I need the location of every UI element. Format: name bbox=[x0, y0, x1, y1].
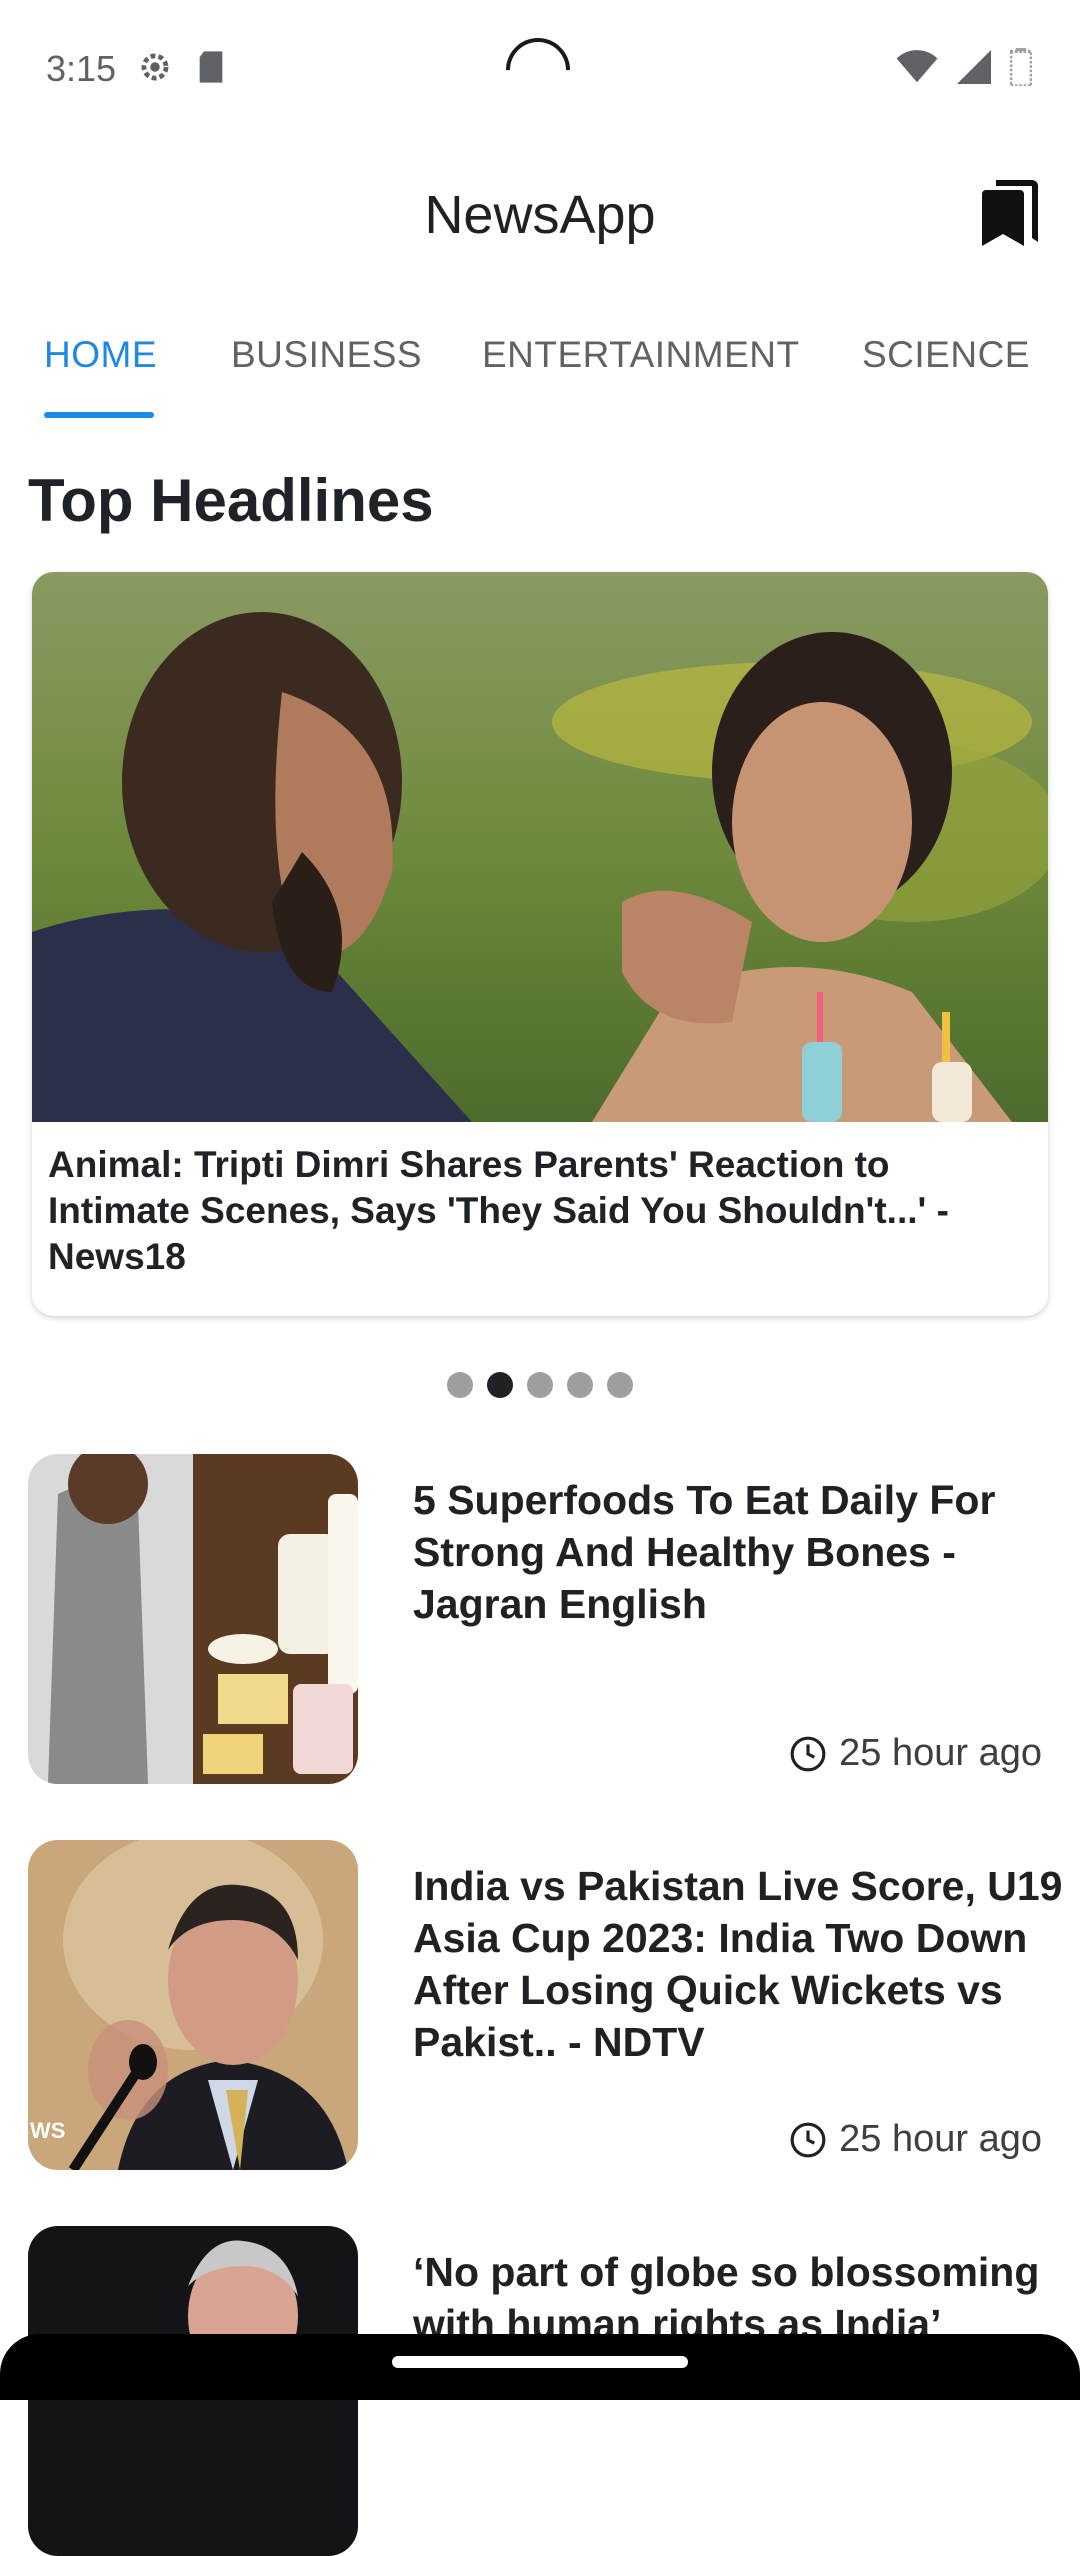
tab-science[interactable]: SCIENCE bbox=[862, 334, 1030, 376]
news-title: 5 Superfoods To Eat Daily For Strong And… bbox=[413, 1477, 996, 1627]
wifi-icon bbox=[896, 50, 938, 83]
pager-dot[interactable] bbox=[567, 1372, 593, 1398]
news-time-label: 25 hour ago bbox=[839, 1732, 1042, 1774]
navigation-gesture-bar bbox=[0, 2334, 1080, 2400]
thumbnail-logo-text: WS bbox=[30, 2118, 65, 2143]
app-bar: NewsApp bbox=[0, 150, 1080, 280]
news-title: India vs Pakistan Live Score, U19 Asia C… bbox=[413, 1863, 1063, 2065]
news-time: 25 hour ago bbox=[789, 2118, 1042, 2161]
tab-entertainment[interactable]: ENTERTAINMENT bbox=[482, 334, 800, 376]
news-time-label: 25 hour ago bbox=[839, 2118, 1042, 2160]
sd-card-icon bbox=[199, 51, 223, 83]
status-time: 3:15 bbox=[46, 48, 117, 89]
bookmarks-icon bbox=[982, 180, 1038, 246]
status-icons-left bbox=[136, 48, 226, 86]
home-gesture-handle[interactable] bbox=[392, 2356, 688, 2368]
app-title: NewsApp bbox=[424, 185, 656, 245]
cellular-signal-icon bbox=[957, 50, 991, 84]
headline-image bbox=[32, 572, 1048, 1122]
news-thumbnail bbox=[28, 1454, 358, 1784]
active-tab-indicator bbox=[44, 412, 154, 418]
pager-dot-active[interactable] bbox=[487, 1372, 513, 1398]
category-tabs: HOME BUSINESS ENTERTAINMENT SCIENCE bbox=[0, 320, 1080, 420]
tab-home[interactable]: HOME bbox=[44, 334, 157, 376]
section-title: Top Headlines bbox=[28, 467, 434, 534]
pager-dot[interactable] bbox=[447, 1372, 473, 1398]
carousel-pager bbox=[0, 1372, 1080, 1398]
headline-carousel-card[interactable]: Animal: Tripti Dimri Shares Parents' Rea… bbox=[32, 572, 1048, 1316]
settings-gear-icon bbox=[141, 53, 169, 81]
news-list-item[interactable]: WS India vs Pakistan Live Score, U19 Asi… bbox=[28, 1840, 1062, 2170]
camera-cutout bbox=[492, 24, 584, 116]
battery-icon bbox=[1010, 48, 1032, 86]
bookmarks-button[interactable] bbox=[980, 180, 1040, 250]
news-time: 25 hour ago bbox=[789, 1732, 1042, 1775]
pager-dot[interactable] bbox=[607, 1372, 633, 1398]
news-list-item[interactable]: 5 Superfoods To Eat Daily For Strong And… bbox=[28, 1454, 1058, 1784]
clock-icon bbox=[790, 2122, 826, 2157]
pager-dot[interactable] bbox=[527, 1372, 553, 1398]
headline-title: Animal: Tripti Dimri Shares Parents' Rea… bbox=[48, 1144, 949, 1277]
clock-icon bbox=[790, 1736, 826, 1771]
status-icons-right bbox=[896, 48, 1032, 86]
news-thumbnail: WS bbox=[28, 1840, 358, 2170]
tab-business[interactable]: BUSINESS bbox=[231, 334, 422, 376]
status-bar: 3:15 bbox=[0, 0, 1080, 140]
